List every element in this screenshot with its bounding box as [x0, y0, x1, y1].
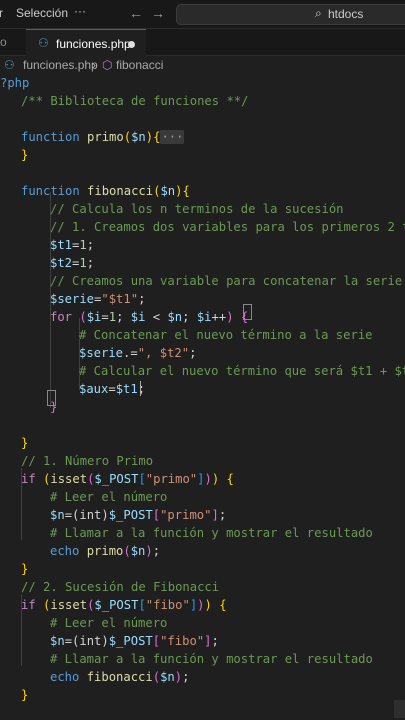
code-line-19: }	[50, 400, 58, 414]
code-line-18: $aux=$t1;	[79, 382, 146, 396]
title-bar: r Selección ··· ← → ⌕ htdocs	[0, 0, 405, 29]
code-line-4: function primo($n){···	[21, 130, 185, 144]
code-line-32: $n=(int)$_POST["fibo"];	[50, 634, 219, 648]
code-line-11: $t2=1;	[50, 256, 95, 270]
code-line-23: if (isset($_POST["primo"])) {	[21, 472, 234, 486]
back-arrow-icon[interactable]: ←	[129, 5, 143, 21]
code-line-7: function fibonacci($n){	[21, 184, 190, 198]
command-center-search[interactable]: ⌕ htdocs	[176, 4, 405, 25]
code-line-16: $serie.=", $t2";	[79, 346, 197, 360]
code-line-35: }	[21, 688, 29, 702]
breadcrumb-separator: ›	[92, 58, 96, 72]
forward-arrow-icon[interactable]: →	[151, 5, 165, 21]
fold-ellipsis-icon[interactable]: ···	[160, 130, 185, 144]
scrollbar-thumb[interactable]	[394, 700, 405, 718]
menu-item-cut[interactable]: r	[0, 6, 3, 20]
code-line-30: if (isset($_POST["fibo"])) {	[21, 598, 227, 612]
code-line-25: $n=(int)$_POST["primo"];	[50, 508, 227, 522]
search-icon: ⌕	[315, 6, 322, 20]
method-icon: ⬡	[102, 58, 113, 72]
php-file-icon: ⚇	[4, 58, 15, 72]
code-line-27: echo primo($n);	[50, 544, 161, 558]
breadcrumb-file[interactable]: funciones.php	[23, 58, 98, 72]
code-line-33: # Llamar a la función y mostrar el resul…	[50, 652, 373, 666]
code-line-26: # Llamar a la función y mostrar el resul…	[50, 526, 373, 540]
php-elephant-icon: ⚇	[38, 36, 49, 50]
code-line-31: # Leer el número	[50, 616, 168, 630]
code-line-13: $serie="$t1";	[50, 292, 146, 306]
code-line-14: for ($i=1; $i < $n; $i++) {	[50, 310, 249, 324]
editor-tab-bar: o ⚇ funciones.php	[0, 29, 405, 57]
text-cursor	[140, 381, 141, 396]
code-line-5: }	[21, 148, 29, 162]
code-line-21: }	[21, 436, 29, 450]
menu-item-selection[interactable]: Selección	[16, 6, 68, 20]
code-line-34: echo fibonacci($n);	[50, 670, 190, 684]
code-line-29: // 2. Sucesión de Fibonacci	[21, 580, 220, 594]
more-menu-icon[interactable]: ···	[74, 4, 86, 18]
code-line-12: // Creamos una variable para concatenar …	[50, 274, 403, 288]
code-line-10: $t1=1;	[50, 238, 95, 252]
search-label: htdocs	[328, 7, 364, 21]
tab-label: funciones.php	[56, 37, 131, 51]
code-line-8: // Calcula los n terminos de la sucesión	[50, 202, 344, 216]
code-line-15: # Concatenar el nuevo término a la serie	[79, 328, 373, 342]
code-line-17: # Calcular el nuevo término que será $t1…	[79, 364, 405, 378]
code-line-28: }	[21, 562, 29, 576]
code-line-1: ?php	[0, 76, 30, 90]
code-line-2: /** Biblioteca de funciones **/	[21, 94, 249, 108]
breadcrumb: ⚇ funciones.php › ⬡ fibonacci	[0, 57, 405, 75]
code-line-24: # Leer el número	[50, 490, 168, 504]
code-line-22: // 1. Número Primo	[21, 454, 154, 468]
tab-previous-fragment[interactable]: o	[0, 35, 7, 49]
code-line-9: // 1. Creamos dos variables para los pri…	[50, 220, 405, 234]
unsaved-dot-icon[interactable]	[128, 41, 135, 48]
tab-funciones-php[interactable]: ⚇ funciones.php	[26, 29, 146, 57]
code-editor[interactable]: ?php /** Biblioteca de funciones **/ fun…	[0, 76, 405, 720]
breadcrumb-symbol[interactable]: fibonacci	[116, 58, 163, 72]
